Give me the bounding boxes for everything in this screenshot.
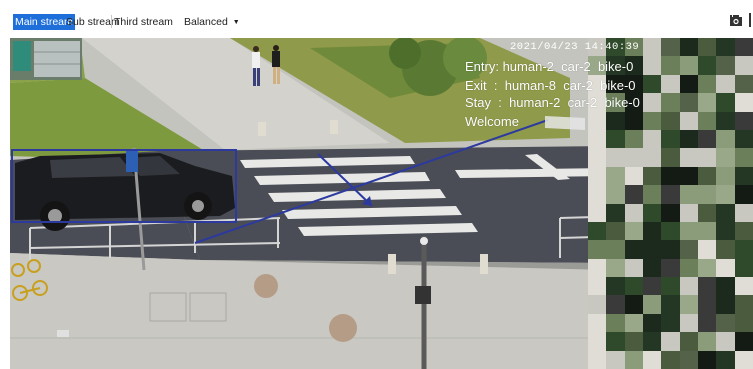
tab-third-stream[interactable]: Third stream [112, 14, 175, 30]
welcome-message: Welcome [465, 114, 519, 129]
counter-exit: Exit : human-8 car-2 bike-0 [465, 78, 636, 93]
quality-label: Balanced [184, 16, 228, 28]
live-video-view[interactable]: 2021/04/23 14:40:39 Entry: human-2 car-2… [10, 38, 753, 369]
counter-entry: Entry: human-2 car-2 bike-0 [465, 59, 634, 74]
quality-dropdown[interactable]: Balanced ▼ [184, 14, 240, 32]
chevron-down-icon: ▼ [232, 19, 240, 26]
counter-stay: Stay : human-2 car-2 bike-0 [465, 95, 640, 110]
snapshot-icon[interactable] [729, 13, 743, 27]
toolbar-edge [749, 13, 751, 27]
stream-toolbar: Main stream Sub stream Third stream Bala… [0, 0, 753, 38]
timestamp: 2021/04/23 14:40:39 [510, 41, 640, 53]
